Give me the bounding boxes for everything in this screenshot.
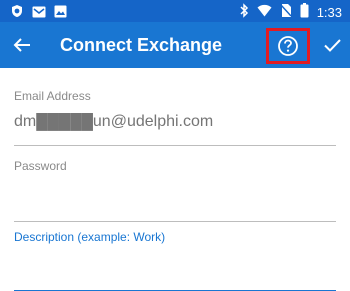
page-title: Connect Exchange [60, 35, 223, 55]
description-field: Description (example: Work) [14, 230, 336, 291]
status-bar-system: 1:33 [239, 3, 342, 23]
password-field: Password [14, 159, 336, 222]
password-input[interactable] [14, 183, 336, 205]
email-label: Email Address [14, 89, 91, 103]
help-circle-icon [278, 36, 298, 56]
email-underline [14, 145, 336, 146]
arrow-left-icon [13, 38, 30, 52]
no-sim-icon [280, 3, 292, 23]
password-label: Password [14, 159, 67, 173]
status-bar: 1:33 [0, 0, 350, 22]
status-time: 1:33 [316, 5, 342, 20]
email-input[interactable] [14, 110, 336, 134]
bluetooth-icon [239, 3, 249, 23]
done-button[interactable] [319, 32, 345, 58]
status-bar-notifications [10, 4, 67, 23]
shield-icon [10, 4, 24, 23]
password-underline [14, 221, 336, 222]
description-input[interactable] [14, 256, 336, 278]
help-button[interactable] [266, 28, 310, 64]
image-icon [54, 5, 67, 23]
checkmark-icon [324, 39, 341, 52]
app-bar: Connect Exchange [0, 22, 350, 68]
battery-icon [300, 3, 309, 23]
back-button[interactable] [10, 33, 34, 57]
description-label: Description (example: Work) [14, 230, 166, 244]
wifi-icon [257, 4, 272, 22]
mail-icon [32, 5, 46, 23]
email-field: Email Address [14, 89, 336, 146]
